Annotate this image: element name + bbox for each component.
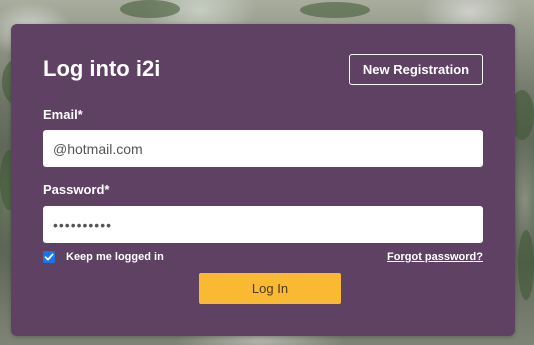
email-label: Email* — [43, 107, 83, 122]
password-input[interactable] — [43, 206, 483, 243]
login-card: Log into i2i New Registration Email* Pas… — [11, 24, 515, 336]
email-input[interactable] — [43, 130, 483, 167]
login-title: Log into i2i — [43, 56, 161, 81]
new-registration-button[interactable]: New Registration — [349, 54, 483, 85]
login-button[interactable]: Log In — [199, 273, 341, 304]
keep-logged-in-row: Keep me logged in — [43, 251, 164, 263]
keep-logged-in-checkbox[interactable] — [43, 251, 55, 263]
forgot-password-link[interactable]: Forgot password? — [387, 251, 483, 263]
password-label: Password* — [43, 182, 110, 197]
checkmark-icon — [44, 253, 54, 261]
keep-logged-in-label: Keep me logged in — [66, 251, 164, 263]
